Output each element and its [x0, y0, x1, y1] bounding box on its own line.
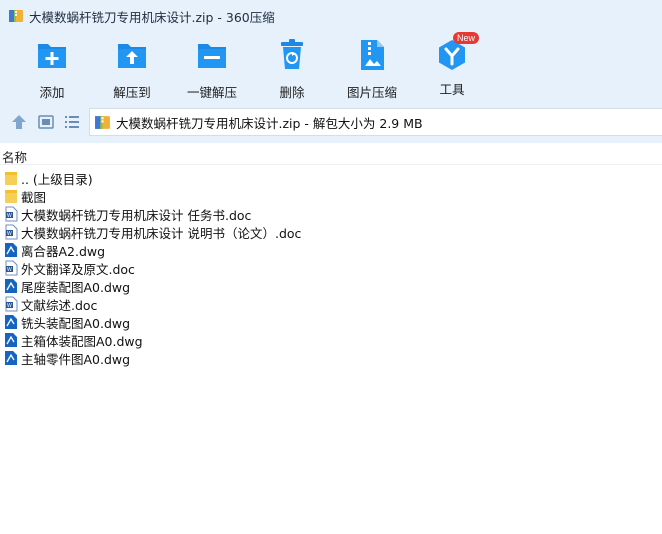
list-item[interactable]: .. (上级目录) — [0, 169, 662, 187]
extract-to-icon — [118, 44, 146, 68]
new-badge: New — [453, 32, 480, 44]
title-bar: 大模数蜗杆铣刀专用机床设计.zip - 360压缩 — [0, 0, 662, 32]
list-item[interactable]: W 大模数蜗杆铣刀专用机床设计 任务书.doc — [0, 205, 662, 223]
add-icon — [38, 44, 66, 68]
address-row: 大模数蜗杆铣刀专用机床设计.zip - 解包大小为 2.9 MB — [0, 106, 662, 138]
svg-text:W: W — [7, 267, 12, 273]
list-item[interactable]: 主轴零件图A0.dwg — [0, 349, 662, 367]
list-item[interactable]: W 文献综述.doc — [0, 295, 662, 313]
list-item[interactable]: 尾座装配图A0.dwg — [0, 277, 662, 295]
word-doc-icon: W — [5, 260, 18, 276]
toolbar: 添加 解压到 一键解压 删除 图片压缩 New 工具 — [0, 32, 662, 101]
list-item[interactable]: 主箱体装配图A0.dwg — [0, 331, 662, 349]
up-arrow-icon[interactable] — [10, 113, 28, 131]
archive-app-icon — [9, 10, 23, 22]
delete-label: 删除 — [279, 85, 305, 100]
window-title: 大模数蜗杆铣刀专用机床设计.zip - 360压缩 — [29, 9, 275, 25]
svg-text:W: W — [7, 213, 12, 219]
image-compress-button[interactable]: 图片压缩 — [332, 38, 412, 101]
image-compress-icon — [361, 40, 384, 70]
dwg-file-icon — [5, 351, 17, 365]
extract-to-label: 解压到 — [113, 85, 151, 100]
list-item[interactable]: W 外文翻译及原文.doc — [0, 259, 662, 277]
word-doc-icon: W — [5, 206, 18, 222]
zip-archive-icon — [95, 115, 110, 129]
extract-to-button[interactable]: 解压到 — [92, 38, 172, 101]
list-item[interactable]: W 大模数蜗杆铣刀专用机床设计 说明书（论文）.doc — [0, 223, 662, 241]
tools-button[interactable]: New 工具 — [412, 32, 492, 98]
address-bar[interactable]: 大模数蜗杆铣刀专用机床设计.zip - 解包大小为 2.9 MB — [89, 108, 662, 136]
word-doc-icon: W — [5, 296, 18, 312]
add-label: 添加 — [39, 85, 65, 100]
svg-text:W: W — [7, 231, 12, 237]
folder-icon — [5, 190, 17, 203]
list-item[interactable]: 离合器A2.dwg — [0, 241, 662, 259]
list-view-icon[interactable] — [63, 113, 81, 131]
one-click-extract-icon — [198, 44, 226, 68]
address-path: 大模数蜗杆铣刀专用机床设计.zip - 解包大小为 2.9 MB — [116, 115, 423, 131]
column-header-name: 名称 — [2, 150, 28, 165]
folder-icon — [5, 172, 17, 185]
svg-text:W: W — [7, 303, 12, 309]
one-click-extract-label: 一键解压 — [186, 85, 237, 100]
image-compress-label: 图片压缩 — [346, 85, 397, 100]
dwg-file-icon — [5, 279, 17, 293]
thumbnail-view-icon[interactable] — [37, 113, 55, 131]
list-item[interactable]: 铣头装配图A0.dwg — [0, 313, 662, 331]
delete-button[interactable]: 删除 — [252, 38, 332, 101]
file-list: .. (上级目录) 截图 W 大模数蜗杆铣刀专用机床设计 任务书.doc W 大… — [0, 169, 662, 367]
column-header[interactable]: 名称 — [0, 143, 662, 165]
dwg-file-icon — [5, 243, 17, 257]
list-item[interactable]: 截图 — [0, 187, 662, 205]
dwg-file-icon — [5, 333, 17, 347]
word-doc-icon: W — [5, 224, 18, 240]
add-button[interactable]: 添加 — [12, 38, 92, 101]
delete-icon — [281, 39, 303, 69]
one-click-extract-button[interactable]: 一键解压 — [172, 38, 252, 101]
tools-label: 工具 — [439, 82, 465, 97]
dwg-file-icon — [5, 315, 17, 329]
